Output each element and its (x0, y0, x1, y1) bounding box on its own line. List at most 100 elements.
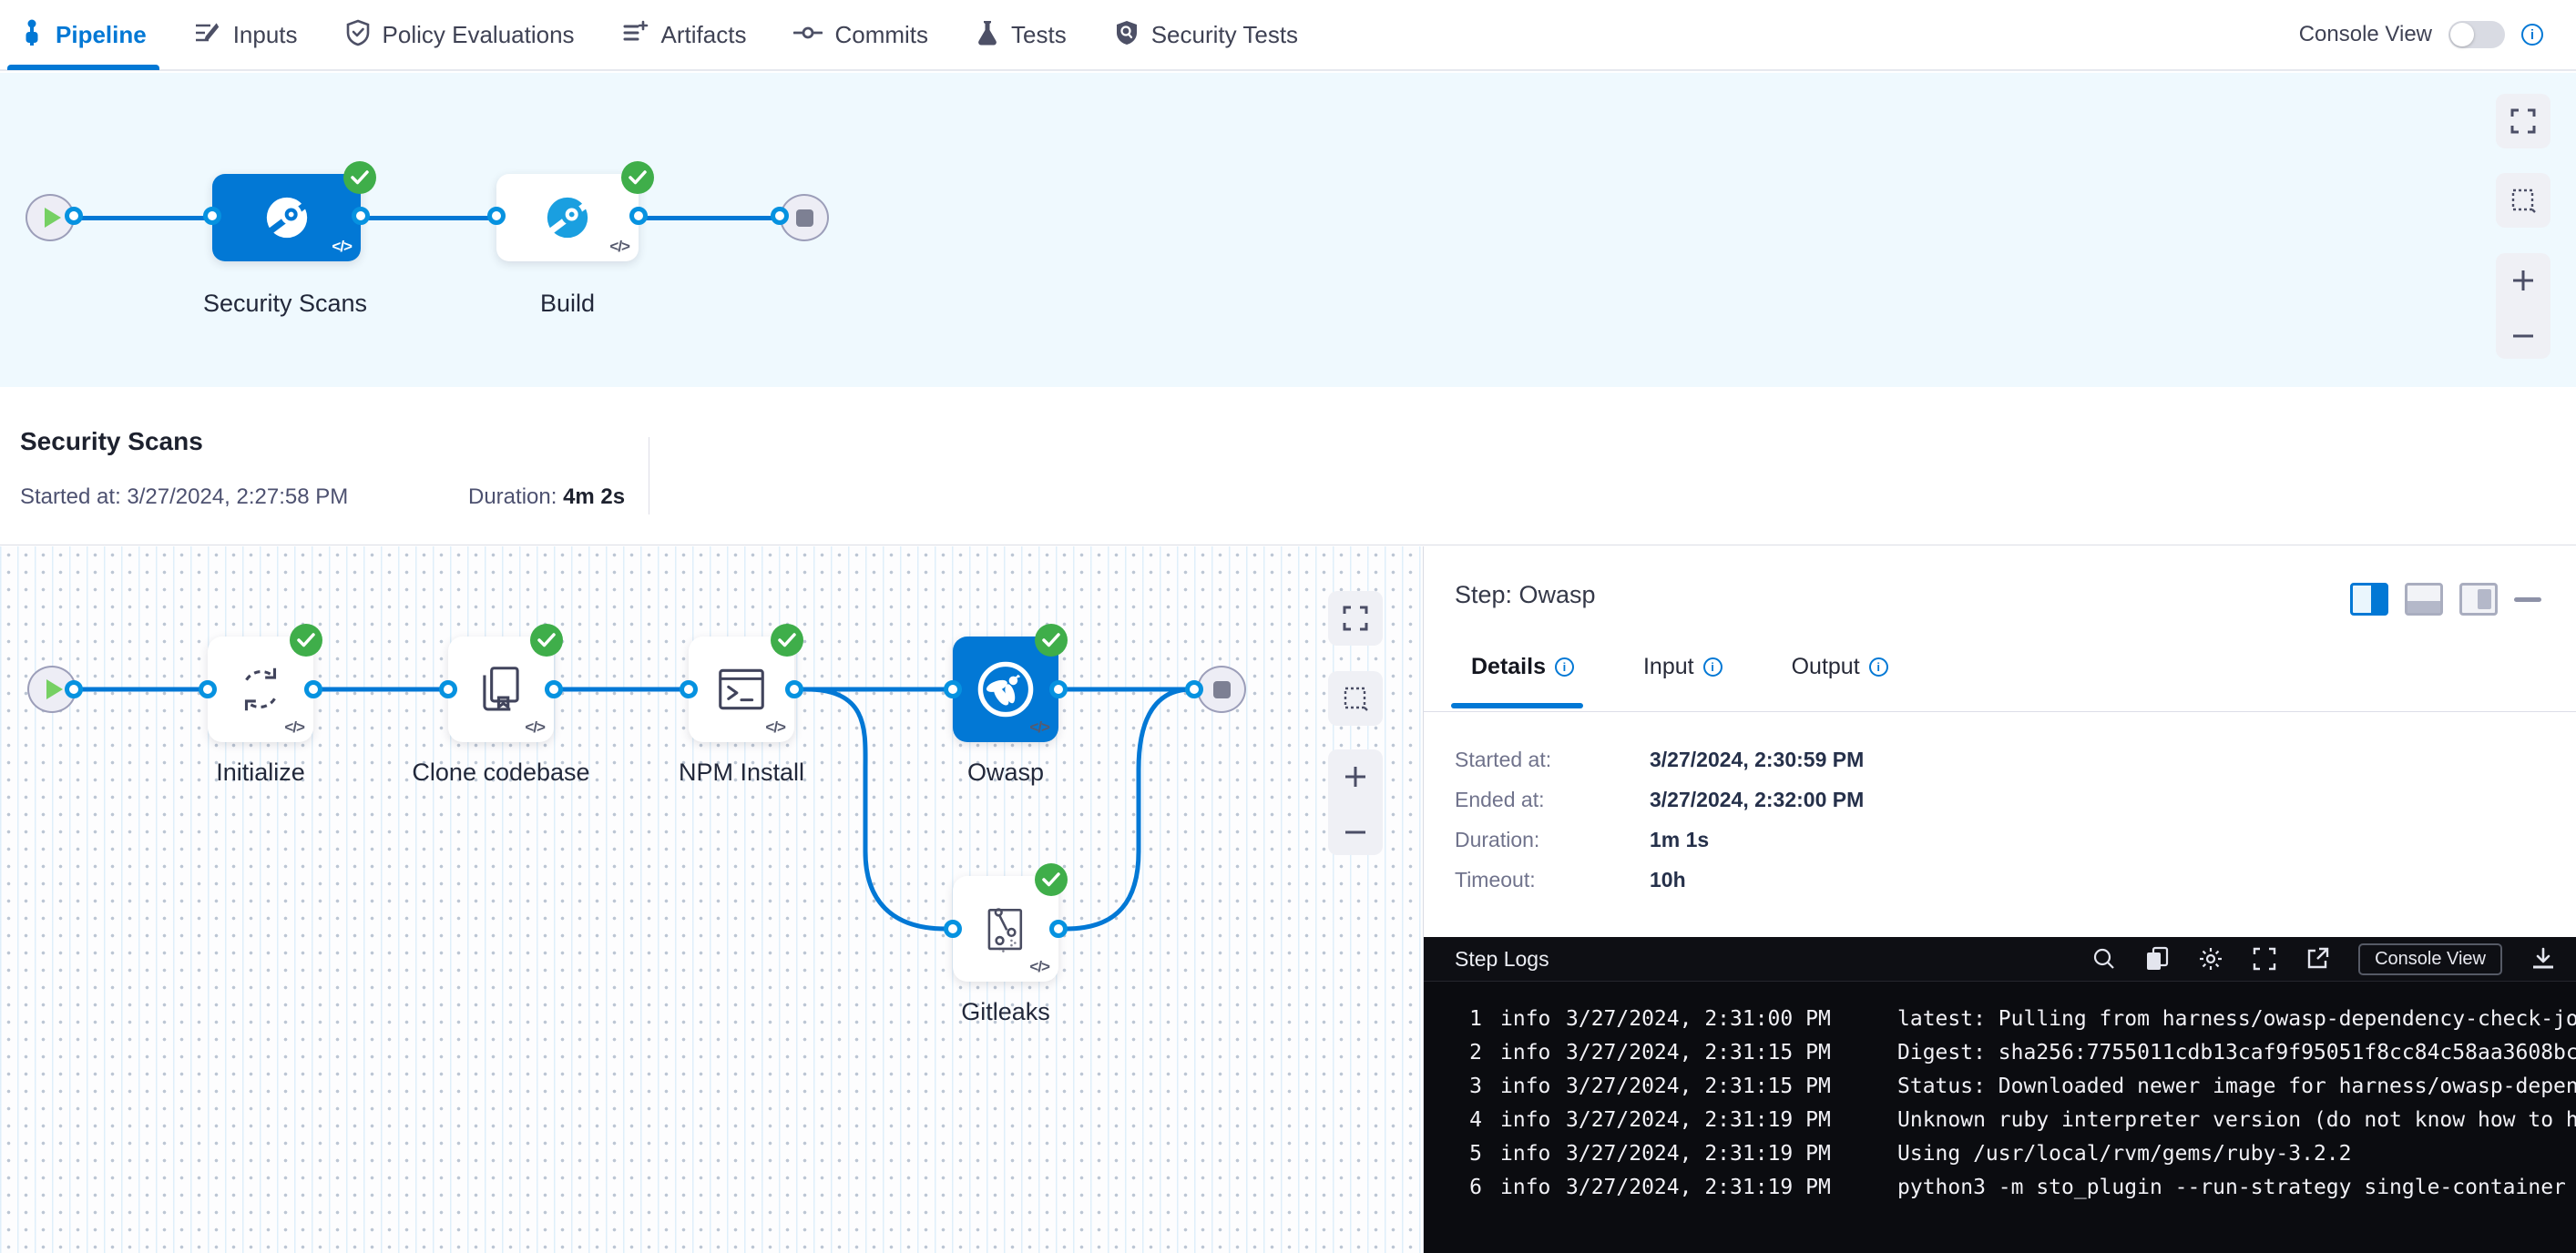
toggle-knob (2450, 23, 2474, 46)
connector-dot[interactable] (487, 207, 506, 225)
panel-layout-controls (2350, 583, 2541, 616)
success-badge (290, 624, 322, 657)
log-output[interactable]: 1 info 3/27/2024, 2:31:00 PM latest: Pul… (1424, 982, 2576, 1204)
connector-dot[interactable] (1049, 920, 1068, 938)
divider (1424, 711, 2576, 712)
download-icon[interactable] (2531, 947, 2555, 971)
step-panel-title: Step: Owasp (1455, 581, 1596, 609)
info-icon[interactable]: i (1703, 657, 1722, 677)
info-icon[interactable]: i (1555, 657, 1574, 677)
stage-graph-canvas[interactable]: </> Security Scans </> Build (0, 73, 2576, 387)
info-icon[interactable]: i (1869, 657, 1888, 677)
tab-policy-evaluations[interactable]: Policy Evaluations (345, 0, 575, 70)
zoom-in-button[interactable] (2510, 268, 2536, 298)
edge (74, 216, 212, 220)
connector-dot[interactable] (629, 207, 648, 225)
tab-label: Pipeline (56, 21, 147, 49)
edge (361, 216, 496, 220)
step-graph-canvas[interactable]: </> Initialize </> Clone codebase (0, 546, 1423, 1253)
stage-title: Security Scans (20, 427, 203, 456)
stage-info-bar: Security Scans Started at: 3/27/2024, 2:… (0, 387, 2576, 545)
layout-floating-panel-icon[interactable] (2459, 583, 2498, 616)
connector-dot[interactable] (352, 207, 370, 225)
code-glyph: </> (525, 718, 545, 737)
code-glyph: </> (765, 718, 785, 737)
tab-inputs[interactable]: Inputs (194, 0, 298, 70)
connector-dot[interactable] (545, 680, 563, 698)
connector-dot[interactable] (944, 680, 962, 698)
top-navigation: Pipeline Inputs Policy Evaluations Artif… (0, 0, 2576, 71)
marquee-select-button[interactable] (2496, 173, 2550, 228)
tab-commits[interactable]: Commits (793, 0, 928, 70)
step-logs: Step Logs (1424, 937, 2576, 1253)
connector-dot[interactable] (304, 680, 322, 698)
copy-icon[interactable] (2145, 946, 2169, 972)
owasp-icon (973, 657, 1038, 722)
commit-icon (793, 23, 823, 47)
success-badge (530, 624, 563, 657)
connector-dot[interactable] (65, 207, 83, 225)
zoom-out-button[interactable] (2510, 328, 2536, 344)
play-icon (45, 208, 61, 228)
code-glyph: </> (1029, 958, 1049, 976)
fit-to-screen-button[interactable] (2496, 94, 2550, 148)
connector-dot[interactable] (680, 680, 698, 698)
search-icon[interactable] (2092, 947, 2116, 971)
tab-label: Inputs (233, 21, 298, 49)
console-view-toggle[interactable] (2448, 21, 2505, 48)
marquee-select-button[interactable] (1328, 671, 1383, 726)
layout-bottom-panel-icon[interactable] (2405, 583, 2443, 616)
zoom-controls (2496, 253, 2550, 359)
stage-node-security-scans[interactable]: </> (212, 174, 361, 261)
step-label: Owasp (915, 759, 1097, 787)
connector-dot[interactable] (944, 920, 962, 938)
step-label: Gitleaks (915, 998, 1097, 1026)
zoom-out-button[interactable] (1343, 824, 1368, 840)
log-line: 3 info 3/27/2024, 2:31:15 PM Status: Dow… (1424, 1069, 2576, 1103)
detail-row: Ended at: 3/27/2024, 2:32:00 PM (1455, 779, 1864, 820)
open-in-new-icon[interactable] (2305, 947, 2329, 971)
fullscreen-icon[interactable] (2253, 947, 2276, 971)
shield-check-icon (345, 19, 371, 51)
connector-dot[interactable] (771, 207, 789, 225)
tab-tests[interactable]: Tests (976, 0, 1067, 70)
info-icon[interactable]: i (2521, 24, 2543, 46)
tab-pipeline[interactable]: Pipeline (20, 0, 147, 70)
tab-input[interactable]: Inputi (1643, 654, 1722, 680)
stage-node-build[interactable]: </> (496, 174, 639, 261)
fit-to-screen-button[interactable] (1328, 591, 1383, 646)
minimize-panel-button[interactable] (2514, 597, 2541, 602)
tab-output[interactable]: Outputi (1792, 654, 1888, 680)
stage-label: Security Scans (194, 290, 376, 318)
tab-security-tests[interactable]: Security Tests (1114, 0, 1298, 70)
connector-dot[interactable] (1185, 680, 1203, 698)
connector-dot[interactable] (439, 680, 457, 698)
zoom-controls (1328, 749, 1383, 855)
zoom-in-button[interactable] (1343, 764, 1368, 794)
connector-dot[interactable] (203, 207, 221, 225)
connector-dot[interactable] (199, 680, 217, 698)
tab-label: Commits (834, 21, 928, 49)
console-view-button[interactable]: Console View (2358, 943, 2502, 975)
step-label: Clone codebase (410, 759, 592, 787)
connector-dot[interactable] (785, 680, 803, 698)
flask-icon (976, 19, 999, 51)
detail-row: Started at: 3/27/2024, 2:30:59 PM (1455, 739, 1864, 779)
settings-gear-icon[interactable] (2198, 946, 2223, 972)
code-glyph: </> (332, 238, 352, 256)
success-badge (1035, 624, 1068, 657)
success-badge (1035, 863, 1068, 896)
detail-row: Duration: 1m 1s (1455, 820, 1864, 860)
security-stage-icon (261, 192, 312, 243)
tab-label: Artifacts (661, 21, 747, 49)
stage-label: Build (476, 290, 659, 318)
tab-details[interactable]: Detailsi (1471, 654, 1574, 680)
log-line: 2 info 3/27/2024, 2:31:15 PM Digest: sha… (1424, 1035, 2576, 1069)
connector-dot[interactable] (65, 680, 83, 698)
tab-label: Tests (1011, 21, 1067, 49)
connector-dot[interactable] (1049, 680, 1068, 698)
stage-started-at: Started at: 3/27/2024, 2:27:58 PM (20, 484, 348, 510)
tab-artifacts[interactable]: Artifacts (622, 0, 747, 70)
stage-end-node[interactable] (1197, 666, 1246, 713)
layout-right-panel-icon[interactable] (2350, 583, 2388, 616)
